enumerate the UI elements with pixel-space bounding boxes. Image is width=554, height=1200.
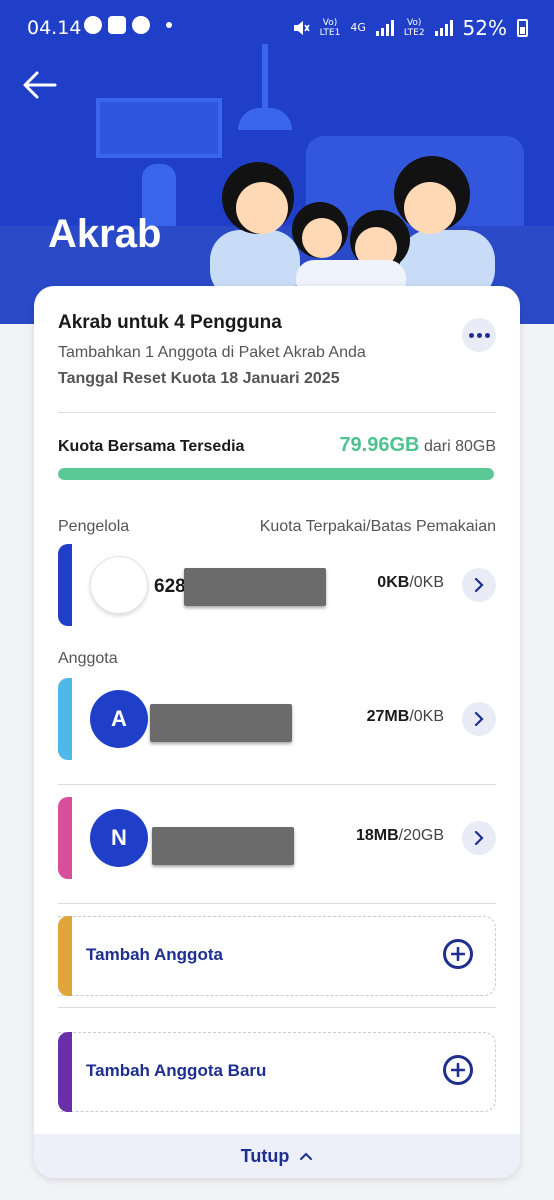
status-bar: 04.14 Vo) LTE1 4G Vo) LTE2 52% xyxy=(0,0,554,58)
game-icon xyxy=(108,16,126,34)
add-member-label: Tambah Anggota xyxy=(86,945,223,964)
plus-circle-icon xyxy=(443,939,473,969)
manager-stripe xyxy=(58,544,72,626)
member-stripe xyxy=(58,678,72,760)
member-stripe xyxy=(58,797,72,879)
page-title: Akrab xyxy=(48,212,162,256)
chevron-right-icon xyxy=(474,578,484,592)
quota-available: 79.96GB xyxy=(339,434,420,456)
manager-number: 628 xyxy=(154,576,186,597)
add-member-stripe xyxy=(58,916,72,996)
quota-progress-bar xyxy=(58,468,494,480)
dot-icon xyxy=(476,332,482,338)
member-usage: 27MB/0KB xyxy=(366,708,444,725)
plan-subtitle: Tambahkan 1 Anggota di Paket Akrab Anda xyxy=(58,344,366,361)
manager-row[interactable]: 628 0KB/0KB xyxy=(58,544,496,626)
sim2-indicator: Vo) LTE2 xyxy=(403,18,425,38)
shared-quota-value: 79.96GB dari 80GB xyxy=(339,434,496,457)
redacted-number xyxy=(184,568,326,606)
quota-total: dari 80GB xyxy=(423,438,496,455)
signal-2-icon xyxy=(434,20,453,36)
plus-circle-icon xyxy=(443,1055,473,1085)
close-button[interactable]: Tutup xyxy=(34,1134,520,1178)
add-new-member-label: Tambah Anggota Baru xyxy=(86,1061,267,1080)
add-new-member-button[interactable]: Tambah Anggota Baru xyxy=(58,1032,496,1112)
member-row[interactable]: N 18MB/20GB xyxy=(58,797,496,879)
dot-icon xyxy=(484,332,490,338)
message-icon xyxy=(84,16,102,34)
add-new-member-stripe xyxy=(58,1032,72,1112)
redacted-number xyxy=(152,827,294,865)
wall-frame-illustration xyxy=(96,98,222,158)
manager-section-label: Pengelola xyxy=(58,518,130,535)
mute-icon xyxy=(293,21,310,35)
more-notifications-icon xyxy=(166,22,172,28)
plan-title: Akrab untuk 4 Pengguna xyxy=(58,312,282,333)
more-options-button[interactable] xyxy=(462,318,496,352)
divider xyxy=(58,903,496,904)
avatar: A xyxy=(90,690,148,748)
shared-quota-label: Kuota Bersama Tersedia xyxy=(58,438,245,455)
quota-progress-fill xyxy=(58,468,494,480)
member-detail-button[interactable] xyxy=(462,702,496,736)
manager-usage: 0KB/0KB xyxy=(377,574,444,591)
usage-limit-header: Kuota Terpakai/Batas Pemakaian xyxy=(259,518,496,535)
back-button[interactable] xyxy=(22,70,62,106)
close-label: Tutup xyxy=(240,1145,290,1166)
member-detail-button[interactable] xyxy=(462,821,496,855)
avatar: N xyxy=(90,809,148,867)
notification-icons xyxy=(84,16,172,34)
members-section-label: Anggota xyxy=(58,650,118,667)
chevron-right-icon xyxy=(474,831,484,845)
divider xyxy=(58,784,496,785)
battery-percent: 52% xyxy=(462,16,507,40)
status-time: 04.14 xyxy=(27,17,82,39)
header-banner: 04.14 Vo) LTE1 4G Vo) LTE2 52% Akrab xyxy=(0,0,554,324)
member-row[interactable]: A 27MB/0KB xyxy=(58,678,496,760)
lamp-shade-illustration xyxy=(238,108,292,130)
redacted-number xyxy=(150,704,292,742)
manager-detail-button[interactable] xyxy=(462,568,496,602)
arrow-left-icon xyxy=(23,71,57,99)
avatar xyxy=(90,556,148,614)
quota-reset-date: Tanggal Reset Kuota 18 Januari 2025 xyxy=(58,370,340,387)
network-gen: 4G xyxy=(350,21,366,34)
battery-icon xyxy=(517,19,528,37)
sim1-indicator: Vo) LTE1 xyxy=(319,18,341,38)
status-right: Vo) LTE1 4G Vo) LTE2 52% xyxy=(292,16,528,40)
signal-icon xyxy=(375,20,394,36)
divider xyxy=(58,1007,496,1008)
add-member-button[interactable]: Tambah Anggota xyxy=(58,916,496,996)
dot-icon xyxy=(468,332,474,338)
whatsapp-icon xyxy=(132,16,150,34)
family-illustration xyxy=(200,150,500,300)
chevron-up-icon xyxy=(300,1152,313,1160)
chevron-right-icon xyxy=(474,712,484,726)
member-usage: 18MB/20GB xyxy=(355,827,444,844)
akrab-plan-card: Akrab untuk 4 Pengguna Tambahkan 1 Anggo… xyxy=(34,286,520,1178)
divider xyxy=(58,412,496,413)
